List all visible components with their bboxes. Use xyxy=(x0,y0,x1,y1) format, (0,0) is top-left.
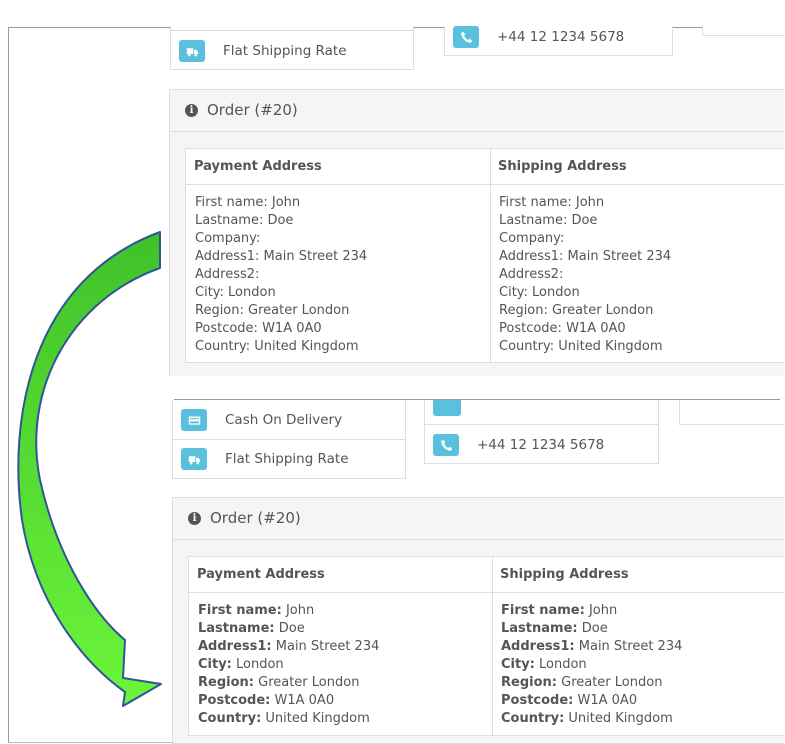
arrow-shape xyxy=(17,231,162,707)
curved-arrow xyxy=(17,231,162,707)
